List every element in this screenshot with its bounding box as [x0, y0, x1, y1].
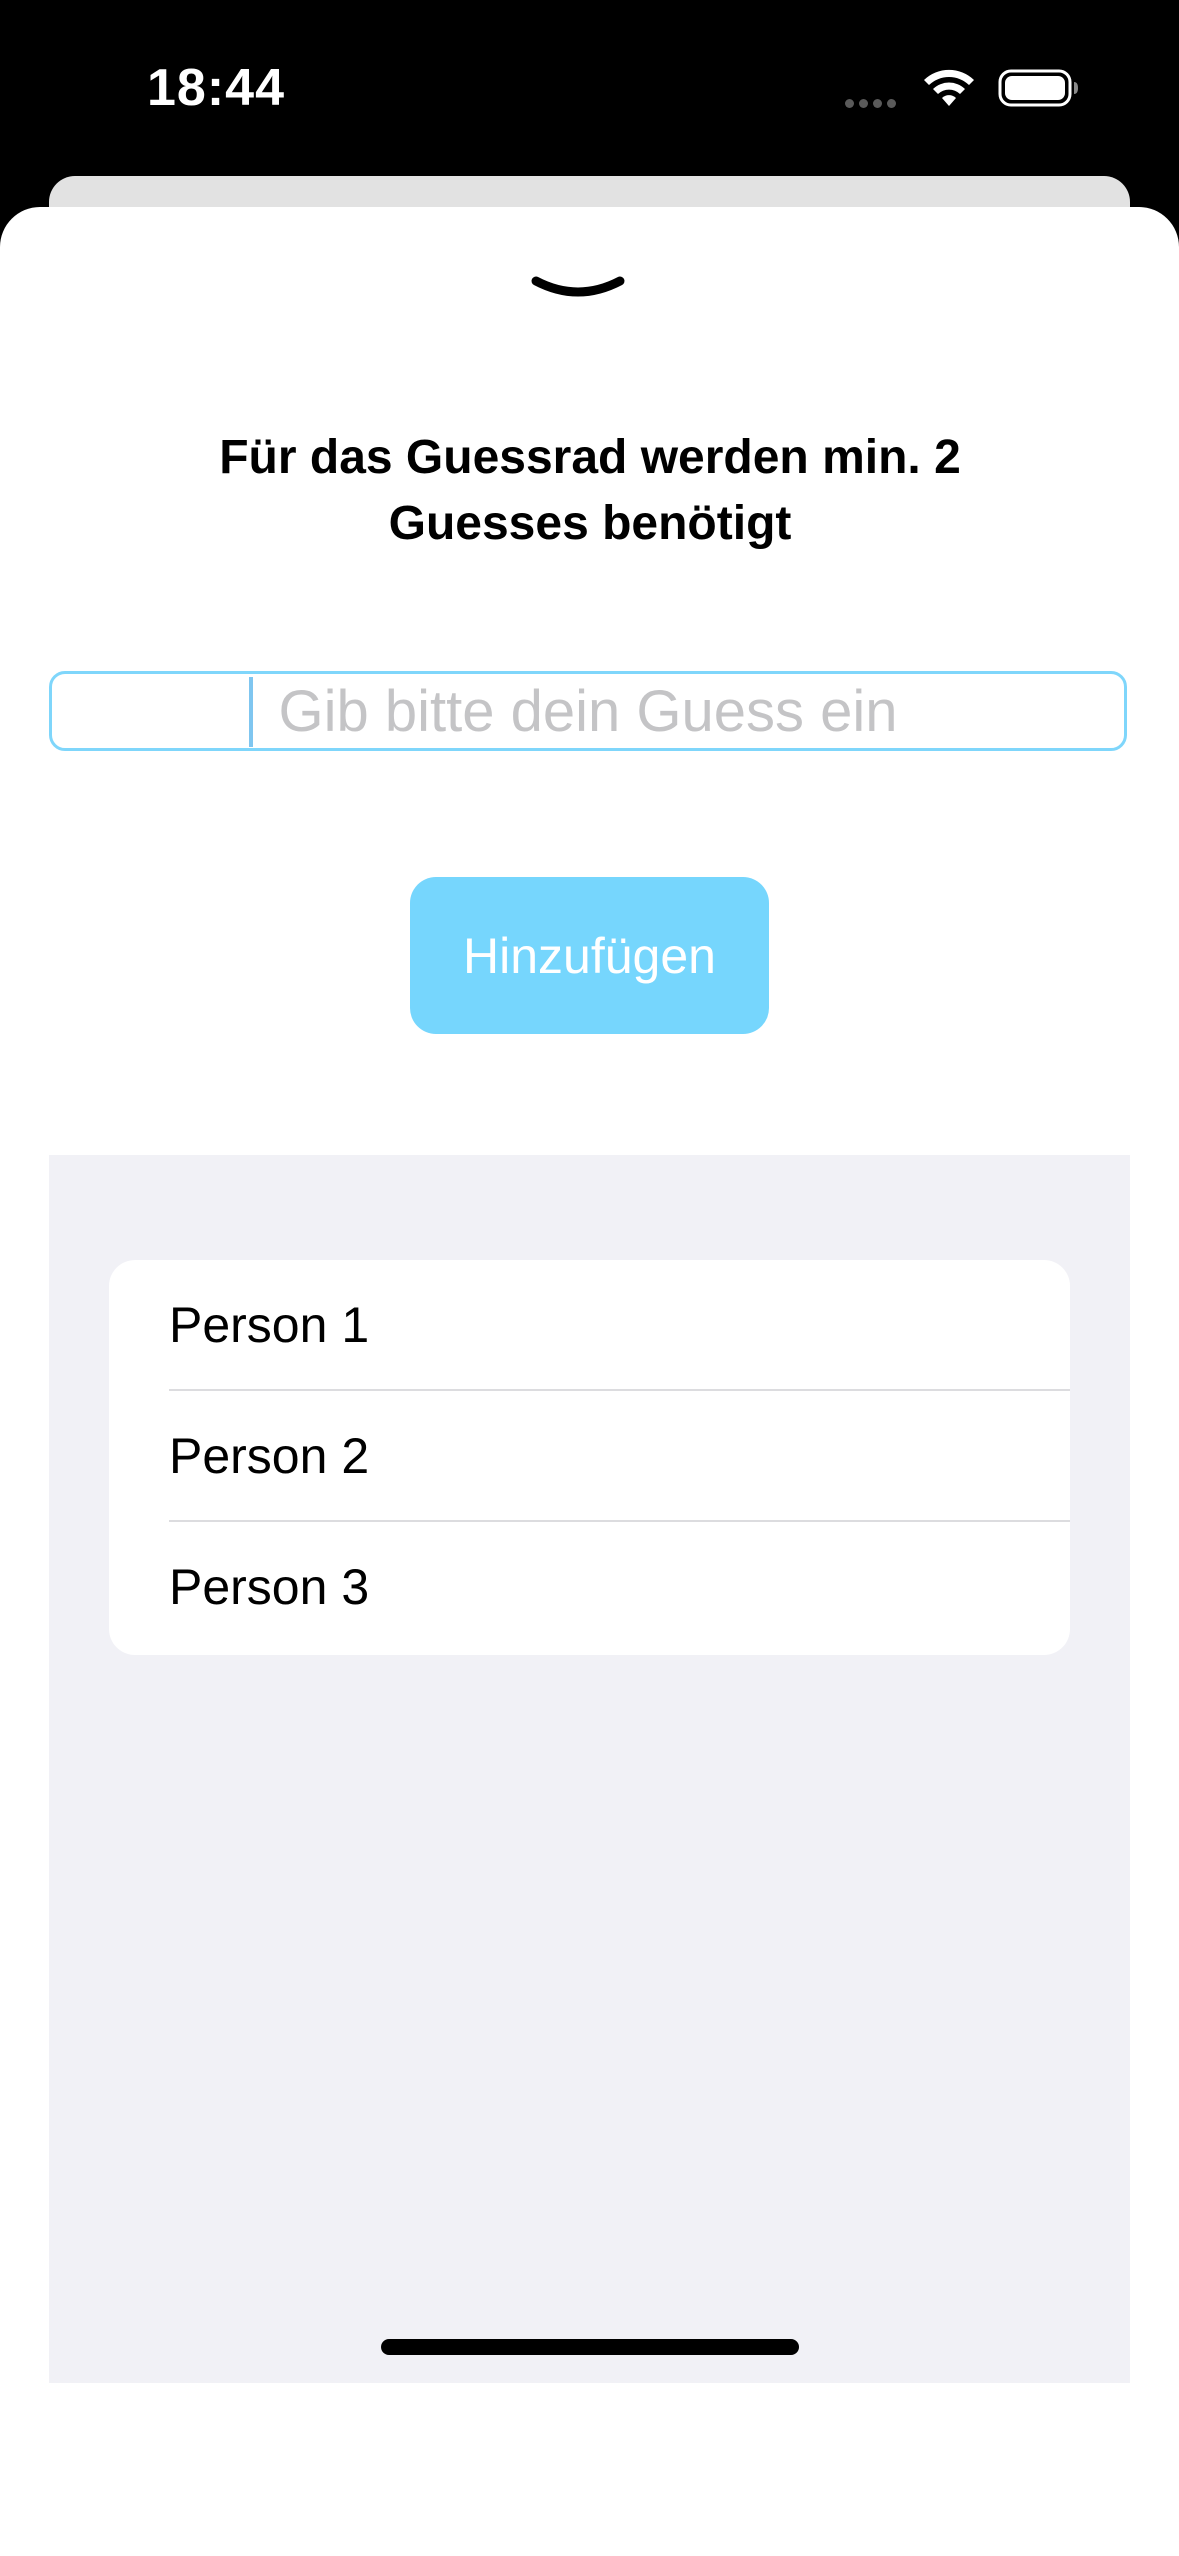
list-item-label: Person 2 [169, 1428, 370, 1484]
guess-list: Person 1 Person 2 Person 3 [109, 1260, 1070, 1655]
add-guess-button[interactable]: Hinzufügen [410, 877, 769, 1034]
sheet-title-line-1: Für das Guessrad werden min. 2 [219, 431, 961, 484]
status-time: 18:44 [147, 59, 285, 117]
battery-icon [998, 69, 1078, 107]
home-indicator[interactable] [381, 2339, 799, 2355]
app-screen: 18:44 Für das Guessrad werden min. 2 Gue… [0, 0, 1179, 2556]
dismiss-sheet-button[interactable] [528, 267, 628, 317]
sheet-title: Für das Guessrad werden min. 2 Guesses b… [140, 425, 1040, 557]
chevron-down-icon [531, 276, 625, 297]
add-guess-sheet: Für das Guessrad werden min. 2 Guesses b… [0, 207, 1179, 2556]
cellular-signal-icon [845, 95, 905, 108]
list-item-label: Person 1 [169, 1297, 370, 1353]
text-cursor [249, 677, 253, 747]
list-item[interactable]: Person 3 [109, 1522, 1070, 1653]
guess-input-container[interactable] [49, 671, 1127, 751]
list-item[interactable]: Person 1 [109, 1260, 1070, 1391]
guess-input[interactable] [52, 674, 1124, 748]
status-bar: 18:44 [0, 0, 1179, 175]
list-item[interactable]: Person 2 [109, 1391, 1070, 1522]
sheet-title-line-2: Guesses benötigt [388, 497, 792, 550]
wifi-icon [924, 69, 974, 106]
list-item-label: Person 3 [169, 1559, 370, 1615]
guess-list-area: Person 1 Person 2 Person 3 [49, 1155, 1130, 2383]
